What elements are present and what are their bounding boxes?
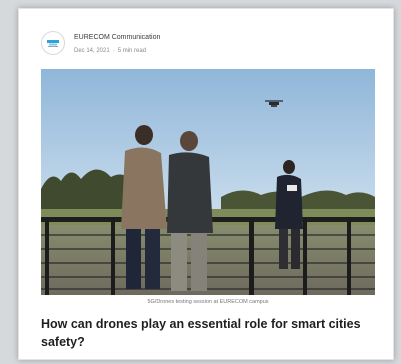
read-time: 5 min read (117, 48, 147, 54)
post-image[interactable] (41, 69, 375, 295)
author-name[interactable]: EURECOM Communication (74, 34, 160, 41)
image-caption: 5G/Drones testing session at EURECOM cam… (147, 299, 269, 305)
eurecom-logo-icon (47, 40, 59, 47)
post-meta: Dec 14, 2021 · 5 min read (74, 48, 146, 54)
post-date: Dec 14, 2021 (74, 48, 110, 54)
article-title[interactable]: How can drones play an essential role fo… (41, 315, 375, 351)
meta-separator: · (112, 48, 115, 54)
post-header: EURECOM Communication Dec 14, 2021 · 5 min… (41, 31, 341, 61)
article-card[interactable]: EURECOM Communication Dec 14, 2021 · 5 min… (18, 8, 394, 360)
author-avatar[interactable] (41, 31, 65, 55)
drone-testing-photo (41, 69, 375, 295)
